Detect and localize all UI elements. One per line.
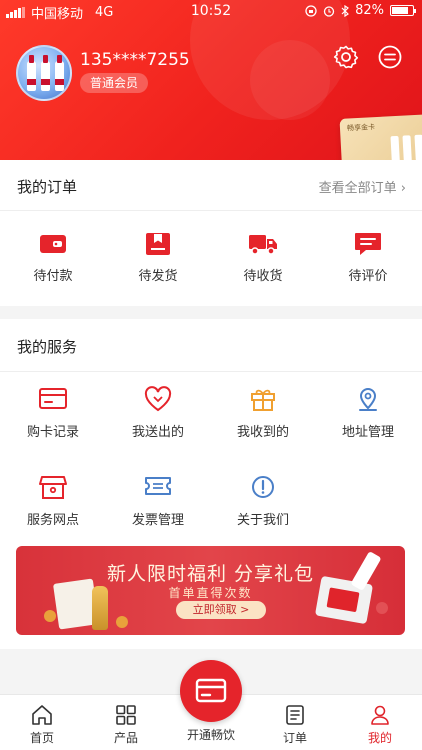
service-label: 服务网点 xyxy=(26,513,79,528)
order-icon xyxy=(286,705,304,725)
order-label: 待评价 xyxy=(348,269,388,284)
avatar[interactable] xyxy=(16,45,72,101)
order-label: 待发货 xyxy=(138,269,178,284)
service-invoice[interactable]: 发票管理 xyxy=(118,474,198,528)
order-label: 待收货 xyxy=(243,269,283,284)
tab-mine[interactable]: 我的 xyxy=(345,703,415,746)
grid-icon xyxy=(116,705,136,725)
tab-label: 订单 xyxy=(282,731,307,745)
member-card-image[interactable]: 畅享金卡 xyxy=(339,113,422,160)
card-icon xyxy=(195,678,227,703)
banner-subtitle: 首单直得次数 xyxy=(168,586,253,600)
battery-percent: 82% xyxy=(355,3,384,18)
card-text: 畅享金卡 xyxy=(346,123,376,133)
alarm-icon xyxy=(323,5,335,17)
user-icon xyxy=(371,705,389,725)
tab-label: 开通畅饮 xyxy=(186,728,235,742)
services-title: 我的服务 xyxy=(17,338,78,356)
service-label: 发票管理 xyxy=(131,513,184,528)
invoice-icon xyxy=(145,477,171,495)
service-label: 地址管理 xyxy=(341,425,394,440)
tab-label: 首页 xyxy=(29,731,54,745)
service-outlets[interactable]: 服务网点 xyxy=(13,474,93,528)
service-received[interactable]: 我收到的 xyxy=(223,386,303,440)
claim-now-button[interactable]: 立即领取 > xyxy=(176,601,266,619)
profile-header: 中国移动 4G 10:52 82% 135****7255 普通会员 畅享金卡 xyxy=(0,0,422,160)
service-address[interactable]: 地址管理 xyxy=(328,386,408,440)
orders-section: 我的订单 查看全部订单 › 待付款 待发货 待收货 待评价 xyxy=(0,160,422,306)
lock-rotation-icon xyxy=(305,4,317,17)
store-icon xyxy=(39,476,67,499)
tab-products[interactable]: 产品 xyxy=(91,703,161,746)
service-about[interactable]: 关于我们 xyxy=(223,474,303,528)
orders-title: 我的订单 xyxy=(17,178,78,196)
order-label: 待付款 xyxy=(33,269,73,284)
bluetooth-icon xyxy=(341,4,350,17)
truck-icon xyxy=(249,235,277,255)
tab-open-drink[interactable] xyxy=(180,660,242,722)
tab-orders[interactable]: 订单 xyxy=(260,703,330,746)
header-decoration xyxy=(250,40,330,120)
battery-icon xyxy=(390,5,416,16)
order-pending-review[interactable]: 待评价 xyxy=(328,232,408,284)
heart-icon xyxy=(144,386,172,412)
comment-icon xyxy=(355,233,381,255)
wallet-icon xyxy=(40,235,66,253)
message-icon[interactable] xyxy=(377,44,403,70)
location-icon xyxy=(359,388,377,411)
tab-label: 产品 xyxy=(113,731,138,745)
home-icon xyxy=(32,705,52,725)
banner-title: 新人限时福利 分享礼包 xyxy=(106,563,315,585)
settings-icon[interactable] xyxy=(333,44,359,70)
service-label: 购卡记录 xyxy=(26,425,79,440)
card-icon xyxy=(39,388,67,409)
chevron-right-icon: › xyxy=(400,181,406,196)
promo-banner[interactable]: 新人限时福利 分享礼包 首单直得次数 立即领取 > xyxy=(16,546,405,635)
service-label: 我送出的 xyxy=(131,425,184,440)
package-icon xyxy=(146,233,170,255)
status-bar: 中国移动 4G 10:52 82% xyxy=(0,0,422,22)
divider xyxy=(0,210,422,211)
service-card-records[interactable]: 购卡记录 xyxy=(13,386,93,440)
service-label: 我收到的 xyxy=(236,425,289,440)
tab-label: 我的 xyxy=(367,731,392,745)
service-sent[interactable]: 我送出的 xyxy=(118,386,198,440)
tab-home[interactable]: 首页 xyxy=(7,703,77,746)
order-pending-receipt[interactable]: 待收货 xyxy=(223,232,303,284)
member-level-badge[interactable]: 普通会员 xyxy=(80,73,149,93)
order-pending-shipment[interactable]: 待发货 xyxy=(118,232,198,284)
info-icon xyxy=(252,476,274,498)
divider xyxy=(0,371,422,372)
gift-icon xyxy=(251,389,275,411)
view-all-orders-label: 查看全部订单 xyxy=(318,181,397,196)
view-all-orders-link[interactable]: 查看全部订单 › xyxy=(319,177,406,196)
order-pending-payment[interactable]: 待付款 xyxy=(13,232,93,284)
service-label: 关于我们 xyxy=(236,513,289,528)
user-phone: 135****7255 xyxy=(80,50,190,70)
